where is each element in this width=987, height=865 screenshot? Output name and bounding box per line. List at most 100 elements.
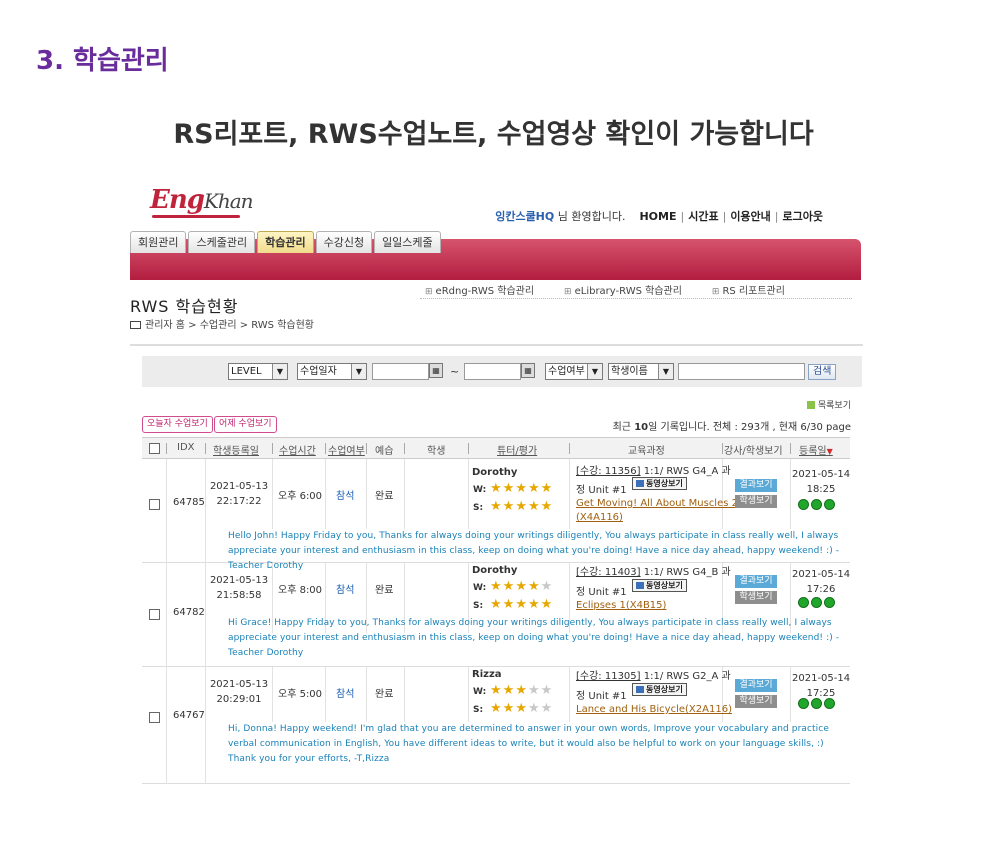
col-tutor-rating[interactable]: 튜터/평가 <box>497 442 537 457</box>
row-unit: 정 Unit #1 <box>576 587 627 598</box>
row-checkbox[interactable] <box>149 712 160 723</box>
speaking-rating: ★★★★★ <box>490 701 553 716</box>
star-filled-icon: ★ <box>502 499 516 514</box>
row-tutor: Dorothy <box>472 565 518 576</box>
tab-member[interactable]: 회원관리 <box>130 231 187 253</box>
row-attend: 참석 <box>336 585 355 596</box>
start-date-input[interactable] <box>372 363 429 380</box>
search-button[interactable]: 검색 <box>808 364 837 380</box>
course-info: 1:1/ RWS G4_B 과 <box>643 567 731 578</box>
select-all-checkbox[interactable] <box>149 443 160 454</box>
row-course-name[interactable]: Eclipses 1(X4B15) <box>576 600 666 611</box>
row-prep: 완료 <box>375 689 394 700</box>
engkhan-logo[interactable]: EngKhan <box>150 185 254 215</box>
video-icon <box>636 686 644 693</box>
course-info: 1:1/ RWS G2_A 과 <box>643 671 731 682</box>
today-class-button[interactable]: 오늘자 수업보기 <box>142 416 213 433</box>
col-date[interactable]: 등록일▼ <box>799 442 833 457</box>
row-class-time: 오후 8:00 <box>278 585 323 596</box>
result-button[interactable]: 결과보기 <box>735 575 777 588</box>
star-filled-icon: ★ <box>515 597 528 612</box>
folder-icon <box>130 321 141 329</box>
status-dot <box>798 698 809 709</box>
level-select[interactable]: LEVEL ▼ <box>228 363 288 380</box>
row-reg-date: 2021-05-13 21:58:58 <box>209 573 269 603</box>
student-view-button[interactable]: 학생보기 <box>735 695 777 708</box>
nav-schedule-link[interactable]: 시간표 <box>688 210 718 223</box>
end-date-input[interactable] <box>464 363 521 380</box>
reg-date-text: 2021-05-13 <box>209 679 269 690</box>
star-filled-icon: ★ <box>490 579 503 594</box>
star-filled-icon: ★ <box>540 481 554 496</box>
subnav-divider <box>420 298 852 299</box>
date-text: 2021-05-14 <box>792 673 851 684</box>
calendar-icon[interactable]: ▦ <box>521 363 535 378</box>
star-filled-icon: ★ <box>515 579 528 594</box>
writing-rating: ★★★★★ <box>490 481 553 496</box>
tab-daily-schedule[interactable]: 일일스케줄 <box>374 231 441 253</box>
reg-date-text: 2021-05-13 <box>209 481 269 492</box>
row-checkbox[interactable] <box>149 609 160 620</box>
tab-learning[interactable]: 학습관리 <box>257 231 314 253</box>
student-view-button[interactable]: 학생보기 <box>735 495 777 508</box>
cell-divider <box>205 722 206 784</box>
date-type-select[interactable]: 수업일자 ▼ <box>297 363 367 380</box>
cell-divider <box>205 459 206 529</box>
row-course-name[interactable]: Get Moving! All About Muscles 2 <box>576 498 738 509</box>
time-text: 18:25 <box>806 484 836 495</box>
row-prep: 완료 <box>375 491 394 502</box>
writing-label: W: <box>473 687 487 697</box>
subnav-elibrary[interactable]: ⊞ eLibrary-RWS 학습관리 <box>564 282 682 297</box>
row-date: 2021-05-14 17:26 <box>792 567 850 597</box>
col-course: 교육과정 <box>628 446 665 457</box>
row-course-info: [수강: 11305] 1:1/ RWS G2_A 과 <box>576 667 731 682</box>
reg-time-text: 20:29:01 <box>216 694 262 705</box>
student-view-button[interactable]: 학생보기 <box>735 591 777 604</box>
status-dot <box>811 597 822 608</box>
tab-schedule[interactable]: 스케줄관리 <box>188 231 256 253</box>
row-attend: 참석 <box>336 491 355 502</box>
status-select[interactable]: 수업여부 ▼ <box>545 363 603 380</box>
student-select[interactable]: 학생이름 ▼ <box>608 363 674 380</box>
chevron-down-icon: ▼ <box>587 364 602 379</box>
result-button[interactable]: 결과보기 <box>735 679 777 692</box>
row-checkbox[interactable] <box>149 499 160 510</box>
star-filled-icon: ★ <box>540 499 554 514</box>
video-icon <box>636 480 644 487</box>
row-course-id[interactable]: (X4A116) <box>576 512 623 523</box>
video-icon <box>636 582 644 589</box>
video-button[interactable]: 동영상보기 <box>632 579 687 592</box>
row-tutor: Rizza <box>472 669 502 680</box>
col-attend[interactable]: 수업여부 <box>328 442 365 457</box>
tab-enroll[interactable]: 수강신청 <box>315 231 373 253</box>
status-dot <box>811 698 822 709</box>
star-filled-icon: ★ <box>515 683 528 698</box>
subnav-rs-report[interactable]: ⊞ RS 리포트관리 <box>712 282 785 297</box>
row-unit: 정 Unit #1 <box>576 485 627 496</box>
speaking-label: S: <box>473 705 484 715</box>
subnav-erdng[interactable]: ⊞ eRdng-RWS 학습관리 <box>425 282 534 297</box>
title-divider <box>130 344 863 346</box>
list-view-link[interactable]: 목록보기 <box>806 398 851 411</box>
col-reg-date[interactable]: 학생등록일 <box>213 442 259 457</box>
row-course-name[interactable]: Lance and His Bicycle(X2A116) <box>576 704 732 715</box>
cell-divider <box>404 459 405 529</box>
status-dot <box>824 499 835 510</box>
course-code: [수강: 11305] <box>576 671 641 682</box>
tutor-comment: Hi, Donna! Happy weekend! I'm glad that … <box>228 724 829 764</box>
search-bar: LEVEL ▼ 수업일자 ▼ ▦ ~ ▦ 수업여부 ▼ 학생이름 ▼ 검색 <box>142 356 862 387</box>
video-button[interactable]: 동영상보기 <box>632 477 687 490</box>
result-button[interactable]: 결과보기 <box>735 479 777 492</box>
row-reg-date: 2021-05-13 22:17:22 <box>209 479 269 509</box>
nav-guide-link[interactable]: 이용안내 <box>730 210 770 223</box>
video-button[interactable]: 동영상보기 <box>632 683 687 696</box>
course-code: [수강: 11403] <box>576 567 641 578</box>
user-name: 잉칸스쿨HQ <box>495 210 555 223</box>
cell-divider <box>205 529 206 563</box>
search-input[interactable] <box>678 363 805 380</box>
yesterday-class-button[interactable]: 어제 수업보기 <box>214 416 277 433</box>
nav-home-link[interactable]: HOME <box>639 210 676 223</box>
calendar-icon[interactable]: ▦ <box>429 363 443 378</box>
nav-logout-link[interactable]: 로그아웃 <box>783 210 823 223</box>
col-class-time[interactable]: 수업시간 <box>279 442 316 457</box>
